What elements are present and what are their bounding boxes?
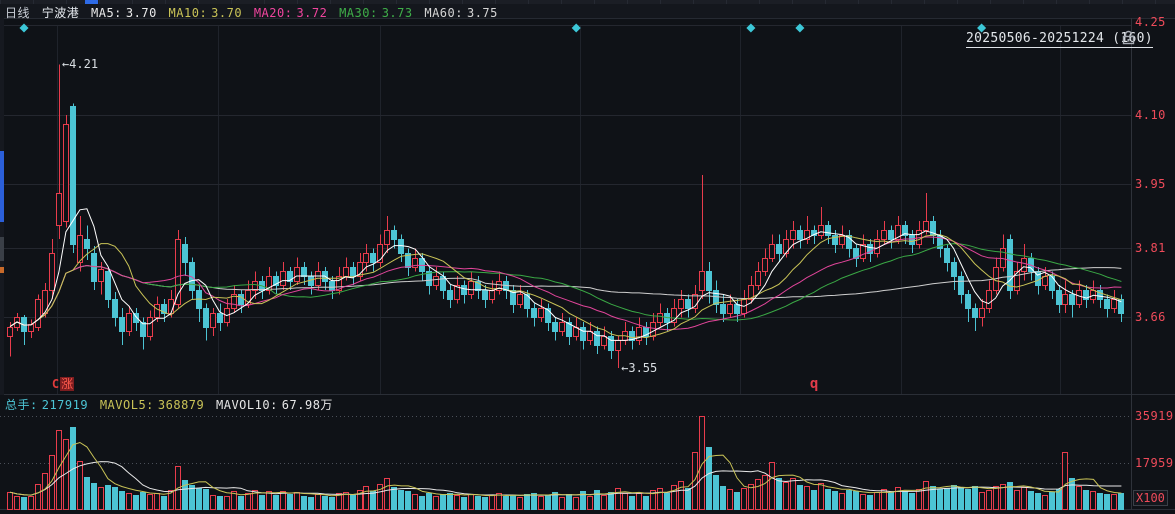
zongshou-value: 217919 bbox=[41, 398, 89, 412]
mavol5-value: 368879 bbox=[157, 398, 205, 412]
markers-layer bbox=[19, 23, 987, 33]
low-price-annotation: ←3.55 bbox=[621, 361, 658, 375]
period-label: 日线 bbox=[5, 6, 31, 20]
event-diamond-icon[interactable] bbox=[571, 23, 581, 33]
kline-chart[interactable] bbox=[0, 0, 1175, 514]
volume-axis-label: 17959 bbox=[1135, 456, 1174, 470]
ma5-label: MA5: bbox=[91, 6, 122, 20]
ma10-label: MA10: bbox=[168, 6, 208, 20]
event-diamond-icon[interactable] bbox=[746, 23, 756, 33]
rise-news-marker[interactable]: C 涨 bbox=[51, 377, 75, 391]
symbol-name: 宁波港 bbox=[41, 6, 80, 20]
ma10-value: 3.70 bbox=[211, 6, 243, 20]
mavol5-label: MAVOL5: bbox=[99, 398, 154, 412]
left-scrollbar-thumb[interactable] bbox=[0, 151, 4, 222]
volume-axis: 35919 17959 bbox=[1135, 0, 1175, 514]
news-c-icon: C bbox=[51, 377, 60, 391]
chart-header: 日线 宁波港 MA5: 3.70 MA10: 3.70 MA20: 3.72 MA30… bbox=[5, 4, 502, 21]
event-diamond-icon[interactable] bbox=[795, 23, 805, 33]
ma60-label: MA60: bbox=[424, 6, 463, 20]
left-scrollbar[interactable] bbox=[0, 18, 4, 395]
ma20-value: 3.72 bbox=[296, 6, 328, 20]
ma30-value: 3.73 bbox=[381, 6, 413, 20]
event-diamond-icon[interactable] bbox=[19, 23, 29, 33]
stock-chart-app: 日线 宁波港 MA5: 3.70 MA10: 3.70 MA20: 3.72 MA30… bbox=[0, 0, 1175, 514]
left-orange-tick bbox=[0, 267, 4, 273]
ma20-label: MA20: bbox=[253, 6, 293, 20]
volume-unit-label: X100 bbox=[1133, 490, 1168, 506]
zongshou-label: 总手: bbox=[5, 398, 38, 412]
ma60-value: 3.75 bbox=[466, 6, 498, 20]
rise-badge: 涨 bbox=[60, 377, 75, 391]
mavol10-label: MAVOL10: bbox=[216, 398, 278, 412]
high-price-annotation: ←4.21 bbox=[61, 57, 99, 72]
ex-rights-marker[interactable]: q bbox=[810, 376, 818, 392]
ma5-value: 3.70 bbox=[125, 6, 157, 20]
candles-layer bbox=[7, 64, 1124, 368]
volume-axis-label: 35919 bbox=[1135, 409, 1174, 423]
lock-icon[interactable] bbox=[1121, 30, 1136, 49]
left-scrollbar-mark bbox=[0, 237, 4, 261]
ma30-label: MA30: bbox=[339, 6, 378, 20]
mavol10-value: 67.98万 bbox=[281, 398, 333, 412]
volume-header: 总手: 217919 MAVOL5: 368879 MAVOL10: 67.98万 bbox=[5, 396, 337, 413]
